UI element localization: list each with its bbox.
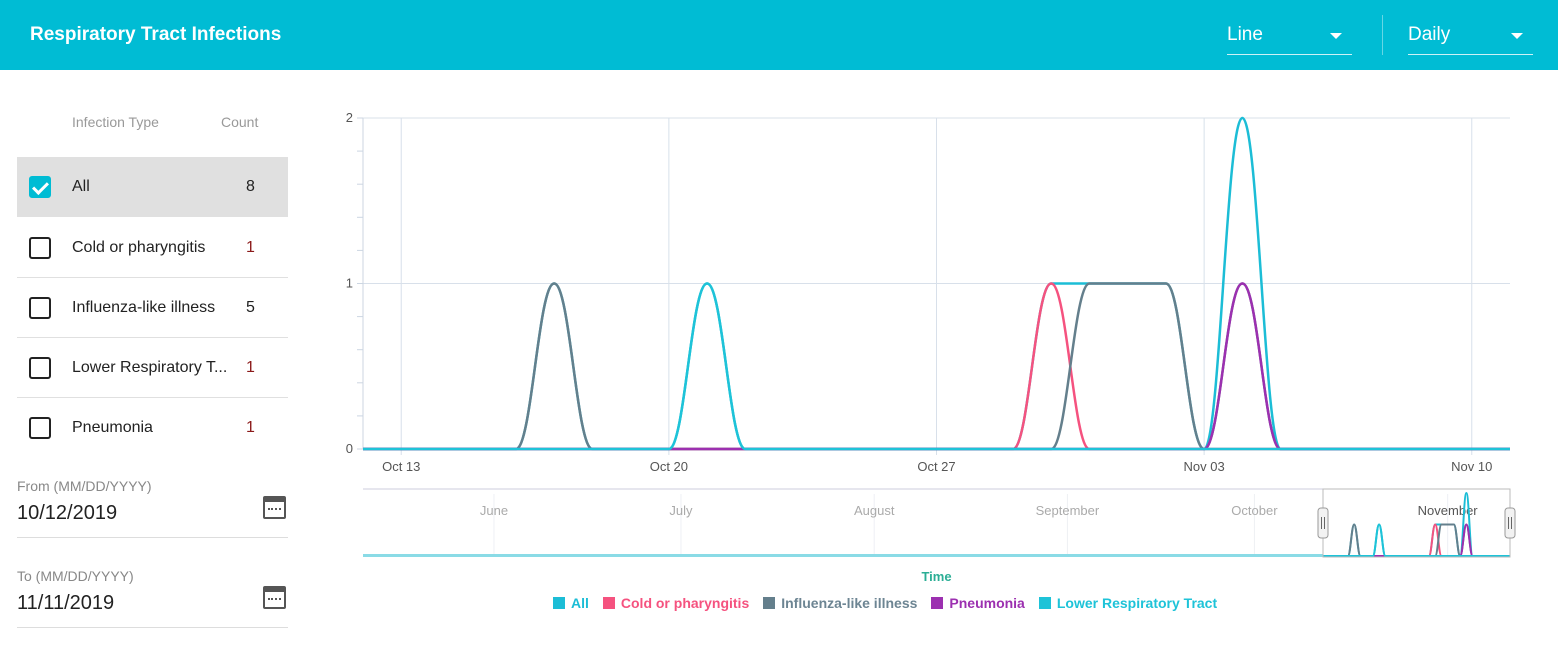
checkbox[interactable] xyxy=(29,297,51,319)
from-date-field[interactable]: From (MM/DD/YYYY) 10/12/2019 xyxy=(17,478,288,538)
row-count: 5 xyxy=(246,299,255,316)
calendar-icon[interactable] xyxy=(263,496,286,519)
legend-item[interactable]: Cold or pharyngitis xyxy=(602,595,750,611)
x-tick-label: Oct 20 xyxy=(650,459,688,474)
x-axis-title: Time xyxy=(921,569,951,584)
infection-row-lower-respiratory[interactable]: Lower Respiratory T... 1 xyxy=(17,338,288,398)
legend-item[interactable]: Lower Respiratory Tract xyxy=(1038,595,1218,611)
legend-item[interactable]: All xyxy=(553,595,589,611)
x-tick-label: Oct 27 xyxy=(917,459,955,474)
row-label: All xyxy=(72,178,90,195)
from-label: From (MM/DD/YYYY) xyxy=(17,478,152,494)
checkbox[interactable] xyxy=(29,237,51,259)
x-tick-label: Nov 10 xyxy=(1451,459,1492,474)
row-count: 1 xyxy=(246,239,255,256)
column-header-count: Count xyxy=(221,114,259,130)
x-tick-label: Oct 13 xyxy=(382,459,420,474)
legend-swatch xyxy=(931,597,944,609)
legend-swatch xyxy=(1038,597,1051,609)
app-header: Respiratory Tract Infections Line Daily xyxy=(0,0,1558,70)
navigator-series-line xyxy=(363,554,1323,557)
page-title: Respiratory Tract Infections xyxy=(30,24,282,45)
chart-type-value: Line xyxy=(1227,24,1263,45)
chevron-down-icon xyxy=(1511,33,1523,39)
y-tick-label: 0 xyxy=(346,441,353,456)
navigator xyxy=(363,489,1510,557)
row-label: Influenza-like illness xyxy=(72,299,216,316)
from-input[interactable]: 10/12/2019 xyxy=(17,502,117,525)
legend-label: Cold or pharyngitis xyxy=(620,595,750,611)
row-count: 1 xyxy=(246,419,255,436)
row-count: 1 xyxy=(246,359,255,376)
row-count: 8 xyxy=(246,178,255,195)
infection-row-cold[interactable]: Cold or pharyngitis 1 xyxy=(17,218,288,278)
to-label: To (MM/DD/YYYY) xyxy=(17,568,134,584)
navigator-month-label: September xyxy=(1036,503,1100,518)
legend-label: Influenza-like illness xyxy=(781,595,918,611)
legend-swatch xyxy=(763,597,776,609)
navigator-month-label: July xyxy=(669,503,693,518)
legend-item[interactable]: Pneumonia xyxy=(931,595,1025,611)
legend-label: All xyxy=(571,595,589,611)
row-label: Pneumonia xyxy=(72,419,153,436)
infection-row-all[interactable]: All 8 xyxy=(17,157,288,217)
navigator-handle[interactable] xyxy=(1317,507,1329,539)
checkbox[interactable] xyxy=(29,357,51,379)
row-label: Cold or pharyngitis xyxy=(72,239,206,256)
navigator-month-label: August xyxy=(854,503,895,518)
checkbox[interactable] xyxy=(29,176,51,198)
legend-swatch xyxy=(553,597,565,609)
navigator-handle[interactable] xyxy=(1504,507,1516,539)
chart-legend: All Cold or pharyngitis Influenza-like ill… xyxy=(0,595,1558,611)
infection-row-influenza[interactable]: Influenza-like illness 5 xyxy=(17,278,288,338)
column-header-type: Infection Type xyxy=(72,114,159,130)
y-tick-label: 2 xyxy=(346,110,353,125)
infection-row-pneumonia[interactable]: Pneumonia 1 xyxy=(17,398,288,458)
y-tick-label: 1 xyxy=(346,276,353,291)
x-tick-label: Nov 03 xyxy=(1184,459,1225,474)
legend-label: Lower Respiratory Tract xyxy=(1056,595,1218,611)
legend-item[interactable]: Influenza-like illness xyxy=(763,595,917,611)
interval-value: Daily xyxy=(1408,24,1451,45)
chart-type-select[interactable]: Line xyxy=(1227,18,1352,55)
chevron-down-icon xyxy=(1330,33,1342,39)
row-label: Lower Respiratory T... xyxy=(72,359,228,376)
legend-swatch xyxy=(602,597,615,609)
navigator-month-label: October xyxy=(1231,503,1278,518)
checkbox[interactable] xyxy=(29,417,51,439)
legend-label: Pneumonia xyxy=(949,595,1025,611)
divider xyxy=(1382,15,1383,55)
interval-select[interactable]: Daily xyxy=(1408,18,1533,55)
navigator-month-label: June xyxy=(480,503,508,518)
line-chart: 0 1 2 Oct 13 Oct 20 Oct 27 Nov 03 Nov 10 June Jul… xyxy=(346,110,1516,584)
